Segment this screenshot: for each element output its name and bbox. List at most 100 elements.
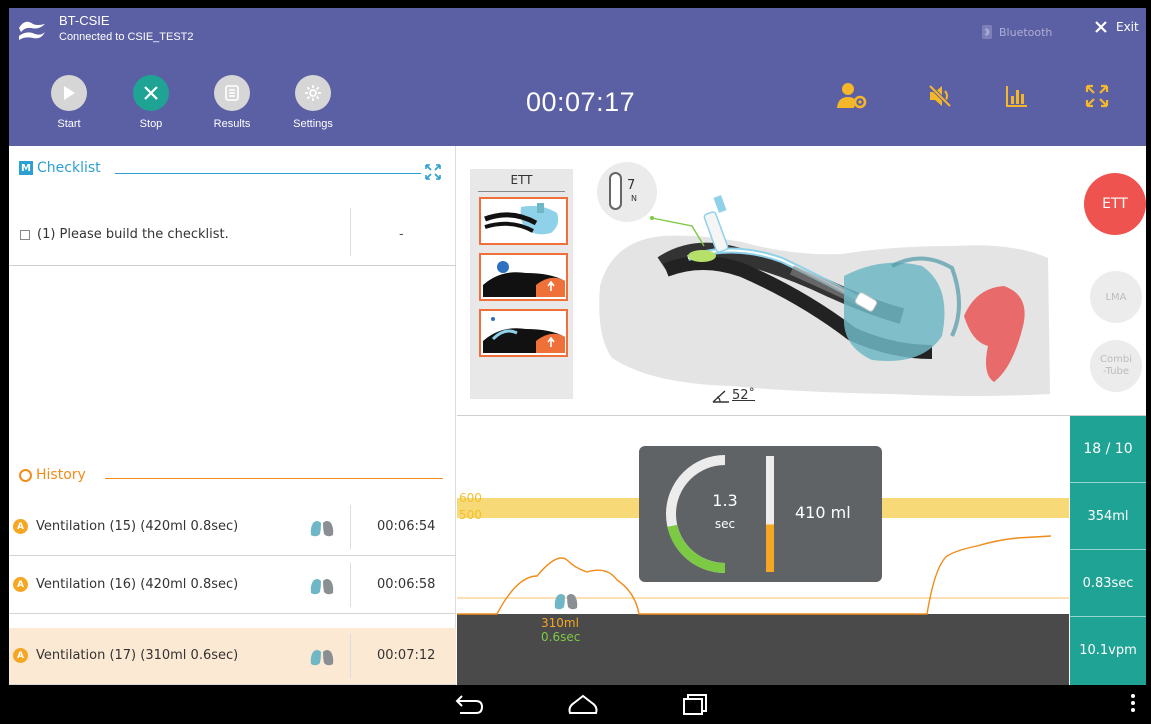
- checklist-header: M Checklist: [19, 160, 101, 176]
- ett-panel-divider: [478, 191, 565, 192]
- expand-icon[interactable]: [425, 164, 441, 180]
- overflow-menu-icon[interactable]: [1130, 693, 1136, 713]
- stat-volume: 354ml: [1070, 483, 1146, 550]
- stop-label: Stop: [139, 118, 163, 130]
- checklist-title: Checklist: [37, 160, 101, 176]
- checklist-checkbox[interactable]: [20, 230, 30, 240]
- breath-volume-marker: 310ml: [541, 616, 579, 630]
- airway-illustration: [599, 195, 1050, 396]
- connection-status: Connected to CSIE_TEST2: [59, 31, 194, 43]
- history-row-badge: A: [13, 519, 28, 534]
- stat-rate: 10.1vpm: [1079, 643, 1137, 658]
- ett-thumbnail-correct[interactable]: [479, 197, 568, 245]
- android-nav-bar: [0, 685, 1151, 724]
- exit-label: Exit: [1116, 20, 1139, 34]
- checklist-column-divider: [350, 208, 351, 256]
- ventilation-summary-popup: 1.3 sec 410 ml: [639, 446, 882, 582]
- history-row-time: 00:06:58: [377, 577, 436, 592]
- checklist-item-text: (1) Please build the checklist.: [37, 227, 229, 242]
- session-timer: 00:07:17: [526, 87, 636, 117]
- stat-ratio: 18 / 10: [1070, 416, 1146, 483]
- checklist-item-value: -: [399, 227, 404, 242]
- history-row-text: Ventilation (16) (420ml 0.8sec): [36, 577, 239, 592]
- device-name: BT-CSIE: [59, 13, 110, 28]
- bluetooth-icon: [982, 25, 992, 39]
- tube-placement-icon: [483, 317, 565, 353]
- head-angle-readout: 52˚: [712, 388, 755, 403]
- gauge-slot: [609, 172, 622, 210]
- time-gauge-fill: [667, 524, 726, 573]
- results-button[interactable]: Results: [202, 75, 262, 130]
- axis-label-500: 500: [459, 508, 482, 522]
- ventilation-graph: 600 500 310ml 0.6sec 1.3 sec 410 ml: [457, 416, 1069, 685]
- chart-icon[interactable]: [1000, 79, 1034, 113]
- cuff-pressure-gauge: 7 N: [597, 162, 657, 222]
- history-row-time: 00:06:54: [377, 519, 436, 534]
- history-row-divider: [350, 563, 351, 607]
- popup-volume-value: 410 ml: [795, 503, 851, 522]
- close-icon: [1095, 21, 1107, 33]
- breath-time-marker: 0.6sec: [541, 630, 581, 644]
- checklist-badge: M: [19, 161, 33, 175]
- app-screen: BT-CSIE Connected to CSIE_TEST2 Bluetoot…: [9, 8, 1146, 685]
- popup-time-value: 1.3: [712, 491, 738, 510]
- home-icon[interactable]: [566, 693, 600, 715]
- history-row[interactable]: A Ventilation (15) (420ml 0.8sec) 00:06:…: [9, 499, 456, 556]
- stat-time: 0.83sec: [1070, 550, 1146, 617]
- combitube-mode-button[interactable]: Combi -Tube: [1090, 340, 1142, 392]
- recent-apps-icon[interactable]: [682, 693, 710, 715]
- lung-icon: [310, 645, 334, 666]
- history-clock-icon: [19, 468, 32, 482]
- history-title: History: [36, 467, 86, 483]
- exit-button[interactable]: Exit: [1094, 20, 1139, 34]
- checklist-item[interactable]: (1) Please build the checklist. -: [9, 206, 456, 266]
- volume-gauge-fill: [766, 524, 774, 572]
- close-icon: [133, 75, 169, 111]
- ett-mode-button[interactable]: ETT: [1084, 173, 1146, 235]
- history-row-text: Ventilation (15) (420ml 0.8sec): [36, 519, 239, 534]
- history-row-time: 00:07:12: [377, 648, 436, 663]
- bluetooth-button[interactable]: Bluetooth: [981, 24, 1052, 40]
- start-label: Start: [57, 118, 81, 130]
- fullscreen-icon[interactable]: [1080, 79, 1114, 113]
- history-header: History: [19, 467, 86, 483]
- results-label: Results: [213, 118, 251, 130]
- head-angle-value: 52˚: [732, 388, 756, 403]
- user-settings-icon[interactable]: [835, 79, 869, 113]
- combitube-label-line1: Combi: [1100, 354, 1132, 365]
- lma-mode-button[interactable]: LMA: [1090, 271, 1142, 323]
- tablet-frame: BT-CSIE Connected to CSIE_TEST2 Bluetoot…: [0, 0, 1151, 724]
- lung-icon: [310, 516, 334, 537]
- start-button[interactable]: Start: [39, 75, 99, 130]
- angle-icon: [712, 390, 729, 403]
- mute-icon[interactable]: [923, 79, 957, 113]
- back-icon[interactable]: [454, 693, 484, 715]
- tube-placement-icon: [484, 203, 559, 235]
- cuff-pressure-value: 7: [627, 178, 636, 193]
- settings-button[interactable]: Settings: [283, 75, 343, 130]
- ett-position-panel: ETT: [470, 169, 573, 399]
- ett-thumbnail-deep[interactable]: [479, 309, 568, 357]
- app-logo-icon: [19, 21, 45, 40]
- history-row[interactable]: A Ventilation (16) (420ml 0.8sec) 00:06:…: [9, 557, 456, 614]
- combitube-label-line2: -Tube: [1102, 366, 1130, 377]
- app-header: BT-CSIE Connected to CSIE_TEST2 Bluetoot…: [9, 8, 1146, 146]
- lung-icon: [310, 574, 334, 595]
- time-gauge-track: [666, 455, 726, 573]
- stats-column: 18 / 10 354ml 0.83sec 10.1vpm: [1070, 416, 1146, 685]
- history-row[interactable]: A Ventilation (17) (310ml 0.6sec) 00:07:…: [9, 628, 456, 685]
- ett-thumbnail-esophagus[interactable]: [479, 253, 568, 301]
- stop-button[interactable]: Stop: [121, 75, 181, 130]
- checklist-divider-line: [115, 173, 421, 174]
- history-row-text: Ventilation (17) (310ml 0.6sec): [36, 648, 239, 663]
- settings-label: Settings: [293, 118, 333, 130]
- axis-label-600: 600: [459, 491, 482, 505]
- popup-time-unit: sec: [714, 517, 736, 531]
- bluetooth-label: Bluetooth: [999, 25, 1053, 39]
- document-icon: [214, 75, 250, 111]
- play-icon: [51, 75, 87, 111]
- tube-placement-icon: [483, 261, 565, 297]
- airway-view: ETT 7 N 52˚ ETT LMA Combi -Tube: [457, 146, 1146, 416]
- history-row-badge: A: [13, 648, 28, 663]
- left-panel: M Checklist (1) Please build the checkli…: [9, 146, 456, 685]
